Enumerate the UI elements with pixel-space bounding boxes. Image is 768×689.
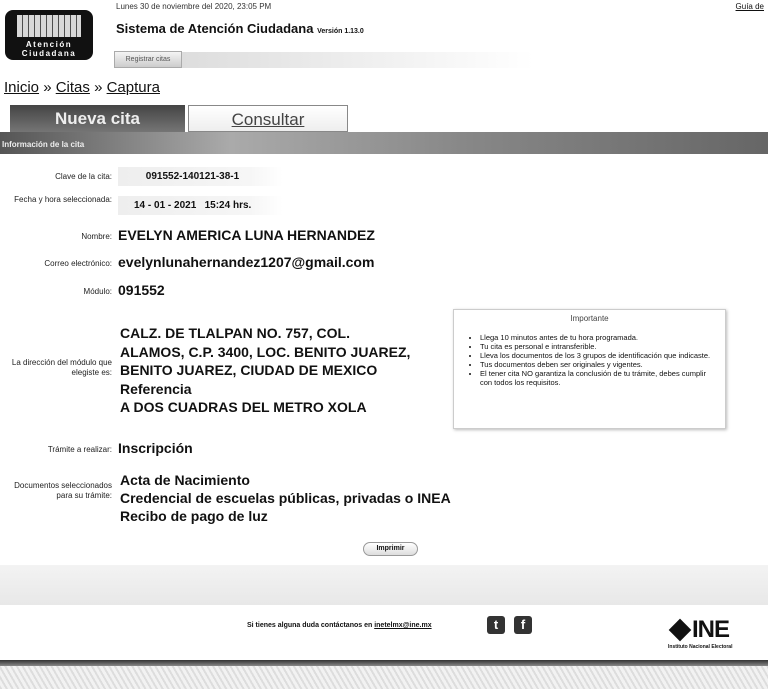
- breadcrumb-inicio[interactable]: Inicio: [4, 79, 39, 96]
- doc-item: Recibo de pago de luz: [120, 508, 268, 524]
- print-button[interactable]: Imprimir: [363, 542, 418, 556]
- current-date: Lunes 30 de noviembre del 2020, 23:05 PM: [116, 2, 272, 11]
- docs-label: Documentos seleccionados para su trámite…: [14, 481, 112, 500]
- tab-consultar[interactable]: Consultar: [188, 105, 348, 132]
- guide-link[interactable]: Guía de: [736, 2, 764, 11]
- footer-contact: Si tienes alguna duda contáctanos en ine…: [247, 622, 432, 629]
- tramite-value: Inscripción: [118, 440, 193, 456]
- tab-nueva-cita[interactable]: Nueva cita: [10, 105, 185, 133]
- register-appointments-button[interactable]: Registrar citas: [114, 51, 182, 68]
- footer-pattern: [0, 666, 768, 689]
- contact-email-link[interactable]: inetelmx@ine.mx: [374, 622, 431, 629]
- direccion-line: BENITO JUAREZ, CIUDAD DE MEXICO: [120, 362, 378, 378]
- doc-item: Acta de Nacimiento: [120, 472, 250, 488]
- direccion-label: La dirección del módulo que elegiste es:: [11, 358, 112, 377]
- breadcrumb-captura[interactable]: Captura: [107, 79, 160, 96]
- important-item: Lleva los documentos de los 3 grupos de …: [480, 351, 717, 360]
- breadcrumb-sep: »: [94, 79, 103, 96]
- direccion-value: CALZ. DE TLALPAN NO. 757, COL. ALAMOS, C…: [120, 324, 410, 417]
- important-item: Tu cita es personal e intransferible.: [480, 342, 717, 351]
- header-bar: [182, 52, 768, 68]
- app-version: Versión 1.13.0: [317, 28, 364, 35]
- correo-value: evelynlunahernandez1207@gmail.com: [118, 254, 375, 270]
- app-title: Sistema de Atención Ciudadana Versión 1.…: [116, 21, 364, 36]
- breadcrumb-sep: »: [43, 79, 52, 96]
- correo-label: Correo electrónico:: [44, 259, 112, 268]
- important-item: Llega 10 minutos antes de tu hora progra…: [480, 333, 717, 342]
- important-item: El tener cita NO garantiza la conclusión…: [480, 369, 717, 387]
- atencion-ciudadana-logo: Atención Ciudadana: [5, 10, 93, 60]
- footer-band: [0, 565, 768, 605]
- footer-text: Si tienes alguna duda contáctanos en: [247, 622, 373, 629]
- nombre-label: Nombre:: [81, 232, 112, 241]
- ine-logo: INE Instituto Nacional Electoral: [668, 616, 768, 650]
- fecha-value: 14 - 01 - 2021 15:24 hrs.: [118, 196, 283, 215]
- direccion-line: CALZ. DE TLALPAN NO. 757, COL.: [120, 325, 350, 341]
- logo-text: Atención Ciudadana: [21, 40, 77, 58]
- direccion-line: A DOS CUADRAS DEL METRO XOLA: [120, 399, 367, 415]
- docs-list: Acta de Nacimiento Credencial de escuela…: [120, 471, 451, 525]
- important-notice: Importante Llega 10 minutos antes de tu …: [453, 309, 726, 429]
- breadcrumb-citas[interactable]: Citas: [56, 79, 90, 96]
- direccion-line: Referencia: [120, 380, 192, 397]
- doc-item: Credencial de escuelas públicas, privada…: [120, 490, 451, 506]
- app-title-text: Sistema de Atención Ciudadana: [116, 21, 314, 36]
- fecha-label: Fecha y hora seleccionada:: [14, 195, 112, 204]
- important-item: Tus documentos deben ser originales y vi…: [480, 360, 717, 369]
- modulo-value: 091552: [118, 282, 165, 298]
- important-title: Importante: [570, 314, 609, 323]
- breadcrumb: Inicio » Citas » Captura: [4, 79, 160, 96]
- nombre-value: EVELYN AMERICA LUNA HERNANDEZ: [118, 227, 375, 243]
- modulo-label: Módulo:: [83, 287, 112, 296]
- facebook-icon[interactable]: f: [514, 616, 532, 634]
- ine-logo-subtitle: Instituto Nacional Electoral: [668, 644, 733, 650]
- direccion-line: ALAMOS, C.P. 3400, LOC. BENITO JUAREZ,: [120, 343, 411, 360]
- twitter-icon[interactable]: t: [487, 616, 505, 634]
- clave-label: Clave de la cita:: [55, 172, 112, 181]
- section-title: Información de la cita: [0, 132, 768, 154]
- clave-value: 091552-140121-38-1: [118, 167, 283, 186]
- tramite-label: Trámite a realizar:: [47, 445, 112, 454]
